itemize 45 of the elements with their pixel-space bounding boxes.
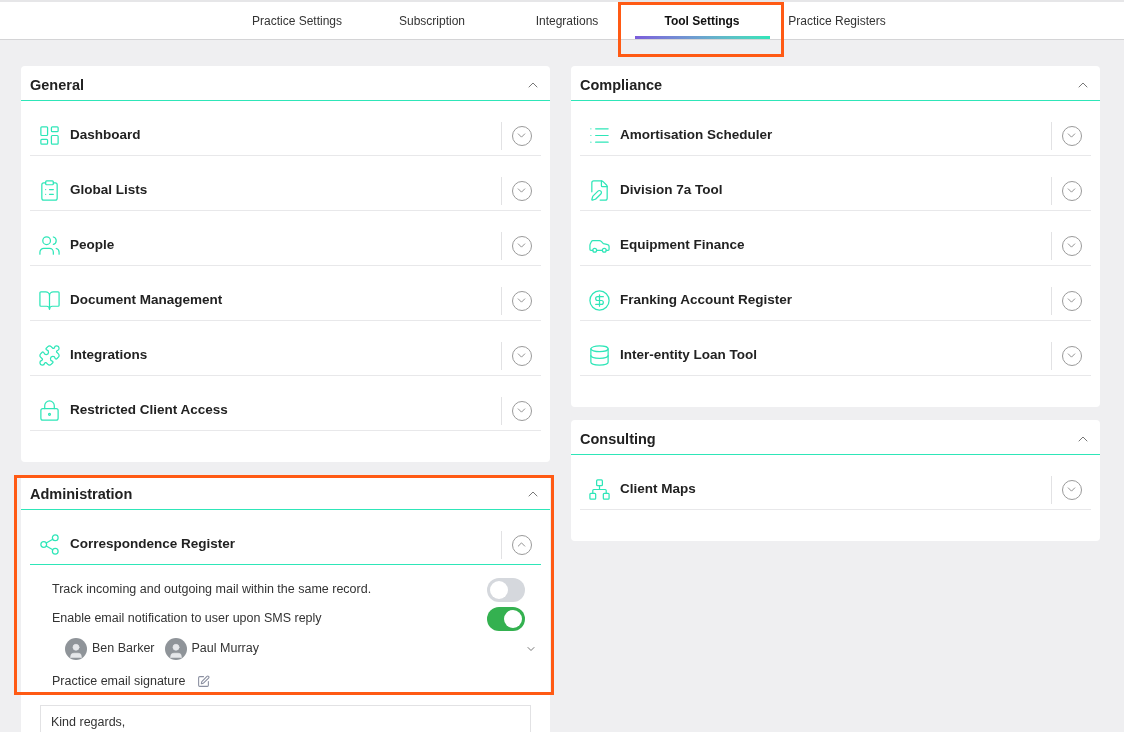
tab[interactable]: Tool Settings [634, 2, 770, 39]
lock-icon [38, 399, 61, 422]
toggle-switch[interactable] [487, 577, 525, 602]
toggle-switch[interactable] [487, 606, 525, 631]
tool-name: Equipment Finance [620, 236, 745, 255]
checklist-icon [38, 179, 61, 202]
section-title: Compliance [580, 76, 663, 96]
user-name: Paul Murray [191, 640, 259, 658]
hierarchy-icon [588, 478, 611, 501]
signature-text: Kind regards, [51, 715, 126, 729]
tool-name: Correspondence Register [70, 535, 236, 554]
tool-name: Restricted Client Access [70, 401, 228, 420]
tool-name: Inter-entity Loan Tool [620, 346, 757, 365]
section-title: Consulting [580, 430, 656, 450]
avatar [164, 637, 187, 660]
tool-name: People [70, 236, 115, 255]
tool-name: Dashboard [70, 126, 141, 145]
tool-name: Document Management [70, 291, 223, 310]
tab[interactable]: Practice Settings [229, 2, 365, 39]
people-icon [38, 234, 61, 257]
dashboard-icon [38, 124, 61, 147]
tool-name: Client Maps [620, 480, 696, 499]
dollar-coin-icon [588, 289, 611, 312]
tool-name: Amortisation Scheduler [620, 126, 773, 145]
section-title: General [30, 76, 84, 96]
tool-name: Division 7a Tool [620, 181, 723, 200]
avatar [65, 637, 87, 660]
database-icon [588, 344, 611, 367]
share-icon [38, 533, 61, 556]
section-title: Administration [30, 485, 133, 505]
edit-icon[interactable] [197, 675, 211, 688]
user-name: Ben Barker [92, 640, 155, 658]
signature-label: Practice email signature [52, 673, 186, 691]
setting-label: Enable email notification to user upon SMS reply [52, 610, 322, 628]
tool-name: Franking Account Register [620, 291, 793, 310]
puzzle-icon [38, 344, 61, 367]
tab[interactable]: Integrations [499, 2, 635, 39]
tool-name: Integrations [70, 346, 148, 365]
tool-name: Global Lists [70, 181, 148, 200]
setting-label: Track incoming and outgoing mail within the same record. [52, 581, 372, 599]
signature-editor[interactable]: Kind regards, [40, 705, 531, 732]
document-pen-icon [588, 179, 611, 202]
book-icon [38, 289, 61, 312]
tab[interactable]: Practice Registers [769, 2, 905, 39]
tab[interactable]: Subscription [364, 2, 500, 39]
